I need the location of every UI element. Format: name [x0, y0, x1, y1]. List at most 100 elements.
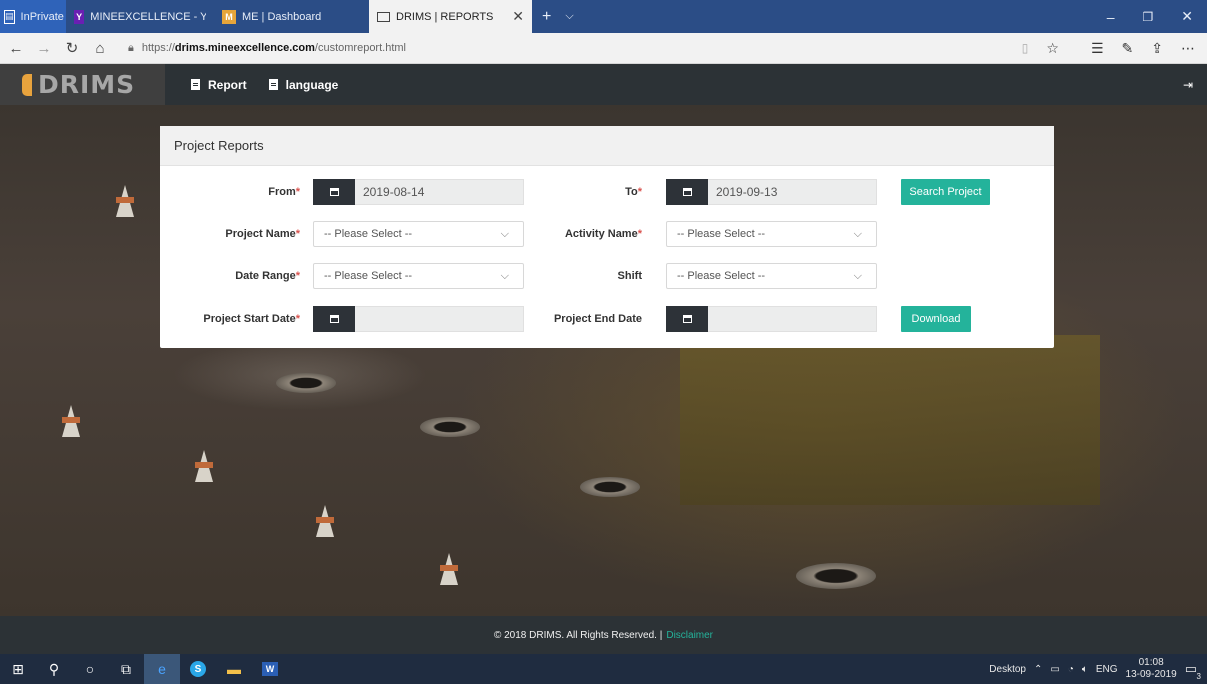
tab-dashboard[interactable]: M ME | Dashboard [214, 0, 369, 33]
chevron-down-icon: ⌵ [853, 228, 862, 240]
download-label: Download [911, 313, 961, 325]
row-project-dates: Project Start Date* Project End Date Dow… [160, 306, 1054, 332]
cone-shape [116, 185, 134, 217]
back-icon[interactable]: ← [4, 40, 28, 57]
project-name-select[interactable]: -- Please Select -- ⌵ [313, 221, 524, 247]
download-button[interactable]: Download [901, 306, 971, 332]
favorites-hub-icon[interactable]: ☰ [1091, 40, 1104, 57]
search-icon[interactable]: ⚲ [36, 654, 72, 684]
refresh-icon[interactable]: ↻ [60, 39, 84, 57]
search-project-button[interactable]: Search Project [901, 179, 990, 205]
start-date-input[interactable] [355, 306, 524, 332]
cortana-icon[interactable]: ○ [72, 654, 108, 684]
page-footer: © 2018 DRIMS. All Rights Reserved. | Dis… [0, 616, 1207, 654]
clock[interactable]: 01:08 13-09-2019 [1126, 657, 1177, 681]
tab-label: MINEEXCELLENCE - Yahoo Se [90, 10, 206, 23]
to-date-input[interactable]: 2019-09-13 [708, 179, 877, 205]
favorite-star-icon[interactable]: ☆ [1046, 40, 1059, 57]
end-calendar-button[interactable] [666, 306, 708, 332]
from-date-input[interactable]: 2019-08-14 [355, 179, 524, 205]
shift-select[interactable]: -- Please Select -- ⌵ [666, 263, 877, 289]
required-mark: * [637, 186, 642, 198]
chevron-down-icon: ⌵ [853, 270, 862, 282]
notes-pen-icon[interactable]: ✎ [1122, 40, 1134, 57]
clock-date: 13-09-2019 [1125, 669, 1177, 680]
chevron-down-icon: ⌵ [500, 270, 509, 282]
battery-icon[interactable]: ▭ [1050, 664, 1059, 675]
document-icon [191, 79, 200, 90]
drims-logo[interactable]: DRIMS [0, 64, 165, 105]
menu-report[interactable]: Report [191, 78, 247, 92]
tab-yahoo[interactable]: Y MINEEXCELLENCE - Yahoo Se [66, 0, 214, 33]
share-icon[interactable]: ⇪ [1151, 40, 1163, 57]
reading-view-icon[interactable]: ▯ [1022, 41, 1029, 55]
menu-language[interactable]: language [268, 78, 338, 92]
window-controls: – ❐ ✕ [1107, 0, 1207, 33]
edge-browser-icon[interactable]: e [144, 654, 180, 684]
close-tab-icon[interactable]: ✕ [512, 8, 524, 25]
url-path: /customreport.html [314, 42, 406, 54]
tab-actions: + ⌵ [532, 0, 574, 33]
end-date-label-text: Project End Date [553, 313, 642, 325]
end-date-input[interactable] [708, 306, 877, 332]
date-range-select[interactable]: -- Please Select -- ⌵ [313, 263, 524, 289]
forward-icon[interactable]: → [32, 40, 56, 57]
url-prefix: https:// [141, 42, 175, 54]
start-calendar-button[interactable] [313, 306, 355, 332]
cone-shape [440, 553, 458, 585]
minimize-icon[interactable]: – [1107, 9, 1115, 25]
chevron-up-icon[interactable]: ⌃ [1034, 664, 1042, 675]
app-header: DRIMS Report language ⇥ [0, 64, 1207, 105]
cone-shape [62, 405, 80, 437]
end-date-group [666, 306, 877, 332]
desktop-toolbar-label[interactable]: Desktop [989, 664, 1026, 675]
to-calendar-button[interactable] [666, 179, 708, 205]
chevron-down-icon: ⌵ [500, 228, 509, 240]
word-icon[interactable]: W [252, 654, 288, 684]
copyright-text: © 2018 DRIMS. All Rights Reserved. | [493, 629, 663, 641]
row-dates: From* 2019-08-14 To* 2019-09-13 Search P… [160, 179, 1054, 205]
close-window-icon[interactable]: ✕ [1181, 8, 1193, 25]
to-date-value: 2019-09-13 [716, 185, 778, 199]
windows-taskbar: ⊞ ⚲ ○ ⧉ e S ▬ W Desktop ⌃ ▭ ◔ 🔈︎ ENG 01:… [0, 654, 1207, 684]
drill-hole-shape [420, 417, 480, 437]
inprivate-badge: ▤ InPrivate [0, 0, 66, 33]
volume-icon[interactable]: 🔈︎ [1082, 664, 1088, 675]
to-label-text: To [625, 186, 638, 198]
document-icon [268, 79, 278, 90]
page-icon [377, 11, 390, 22]
required-mark: * [295, 270, 300, 282]
end-date-label: Project End Date [520, 306, 642, 332]
url-field[interactable]: 🔒︎ https://drims.mineexcellence.com/cust… [128, 42, 406, 55]
task-view-icon[interactable]: ⧉ [108, 654, 144, 684]
project-reports-card: Project Reports From* 2019-08-14 To* 201… [160, 126, 1054, 348]
address-bar: ← → ↻ ⌂ 🔒︎ https://drims.mineexcellence.… [0, 33, 1207, 64]
date-range-label: Date Range* [160, 263, 300, 289]
card-title: Project Reports [174, 138, 264, 153]
logo-text: DRIMS [38, 70, 136, 99]
from-date-value: 2019-08-14 [363, 185, 425, 199]
activity-name-label-text: Activity Name [564, 228, 638, 240]
wifi-icon[interactable]: ◔ [1068, 664, 1074, 675]
calendar-icon [682, 188, 692, 196]
start-date-label-text: Project Start Date [203, 313, 296, 325]
required-mark: * [295, 186, 300, 198]
home-icon[interactable]: ⌂ [88, 40, 112, 57]
windows-start-icon[interactable]: ⊞ [0, 654, 36, 684]
more-icon[interactable]: ⋯ [1181, 40, 1195, 57]
activity-name-select[interactable]: -- Please Select -- ⌵ [666, 221, 877, 247]
disclaimer-link[interactable]: Disclaimer [666, 630, 713, 641]
card-header: Project Reports [160, 126, 1054, 166]
file-explorer-icon[interactable]: ▬ [216, 654, 252, 684]
notification-icon[interactable]: ▭ 3 [1185, 661, 1201, 681]
lock-icon: 🔒︎ [128, 41, 134, 54]
skype-icon[interactable]: S [180, 654, 216, 684]
from-calendar-button[interactable] [313, 179, 355, 205]
language-indicator[interactable]: ENG [1096, 664, 1118, 675]
address-bar-actions: ▯ ☆ ☰ ✎ ⇪ ⋯ [1022, 40, 1207, 57]
tab-reports[interactable]: DRIMS | REPORTS ✕ [369, 0, 532, 33]
new-tab-icon[interactable]: + [542, 8, 551, 26]
restore-icon[interactable]: ❐ [1143, 10, 1154, 24]
tab-list-chevron-icon[interactable]: ⌵ [565, 10, 573, 23]
logout-icon[interactable]: ⇥ [1183, 78, 1193, 92]
